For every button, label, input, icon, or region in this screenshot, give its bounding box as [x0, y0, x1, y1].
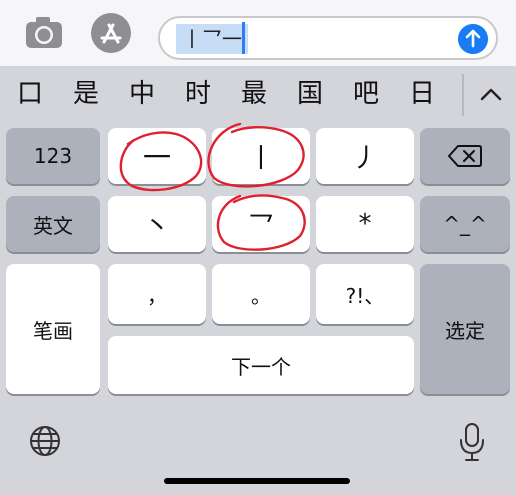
candidate-item[interactable]: 最 [234, 74, 274, 114]
key-label: 英文 [33, 213, 73, 238]
stroke-key[interactable]: 乛 [212, 196, 310, 252]
backspace-icon [448, 145, 482, 167]
camera-icon[interactable] [24, 12, 64, 52]
key-label: * [358, 209, 372, 239]
next-key[interactable]: 下一个 [108, 336, 414, 394]
key-label: ^_^ [443, 212, 487, 236]
period-key[interactable]: 。 [212, 264, 310, 324]
key-label: 选定 [445, 318, 485, 343]
candidate-divider [462, 74, 464, 116]
chevron-up-icon[interactable] [476, 80, 506, 110]
message-toolbar: 丨乛一 [0, 0, 516, 66]
message-input[interactable]: 丨乛一 [158, 16, 498, 60]
wildcard-key[interactable]: * [316, 196, 414, 252]
stroke-key[interactable]: 丿 [316, 128, 414, 184]
candidate-item[interactable]: 时 [178, 74, 218, 114]
stroke-key[interactable]: 丶 [108, 196, 206, 252]
emoticon-key[interactable]: ^_^ [420, 196, 510, 252]
stroke-mode-key[interactable]: 笔画 [6, 264, 100, 394]
globe-icon[interactable] [28, 424, 62, 458]
english-key[interactable]: 英文 [6, 196, 100, 252]
composed-text: 丨乛一 [176, 24, 248, 54]
key-label: 丶 [143, 211, 170, 242]
key-label: 123 [33, 144, 73, 168]
key-label: 。 [251, 283, 271, 308]
candidate-item[interactable]: 国 [290, 74, 330, 114]
key-label: 下一个 [231, 354, 291, 379]
text-caret [242, 22, 245, 54]
candidate-item[interactable]: 吧 [346, 74, 386, 114]
key-label: 笔画 [33, 318, 73, 343]
punctuation-key[interactable]: ?!、 [316, 264, 414, 324]
candidate-item[interactable]: 是 [66, 74, 106, 114]
key-label: 丨 [247, 143, 274, 174]
numbers-key[interactable]: 123 [6, 128, 100, 184]
delete-key[interactable] [420, 128, 510, 184]
key-label: ?!、 [345, 283, 385, 308]
key-label: 一 [142, 141, 171, 174]
arrow-up-icon[interactable] [458, 24, 488, 54]
key-label: ， [147, 283, 167, 308]
candidate-bar: 口 是 中 时 最 国 吧 日 [0, 66, 516, 124]
stroke-key[interactable]: 一 [108, 128, 206, 184]
key-label: 丿 [351, 143, 378, 174]
key-label: 乛 [247, 211, 274, 242]
candidate-item[interactable]: 口 [10, 74, 50, 114]
candidate-item[interactable]: 中 [122, 74, 162, 114]
confirm-key[interactable]: 选定 [420, 264, 510, 394]
candidate-item[interactable]: 日 [402, 74, 442, 114]
app-store-icon[interactable] [90, 12, 132, 54]
comma-key[interactable]: ， [108, 264, 206, 324]
stroke-key[interactable]: 丨 [212, 128, 310, 184]
microphone-icon[interactable] [458, 420, 486, 464]
home-indicator [164, 478, 350, 484]
